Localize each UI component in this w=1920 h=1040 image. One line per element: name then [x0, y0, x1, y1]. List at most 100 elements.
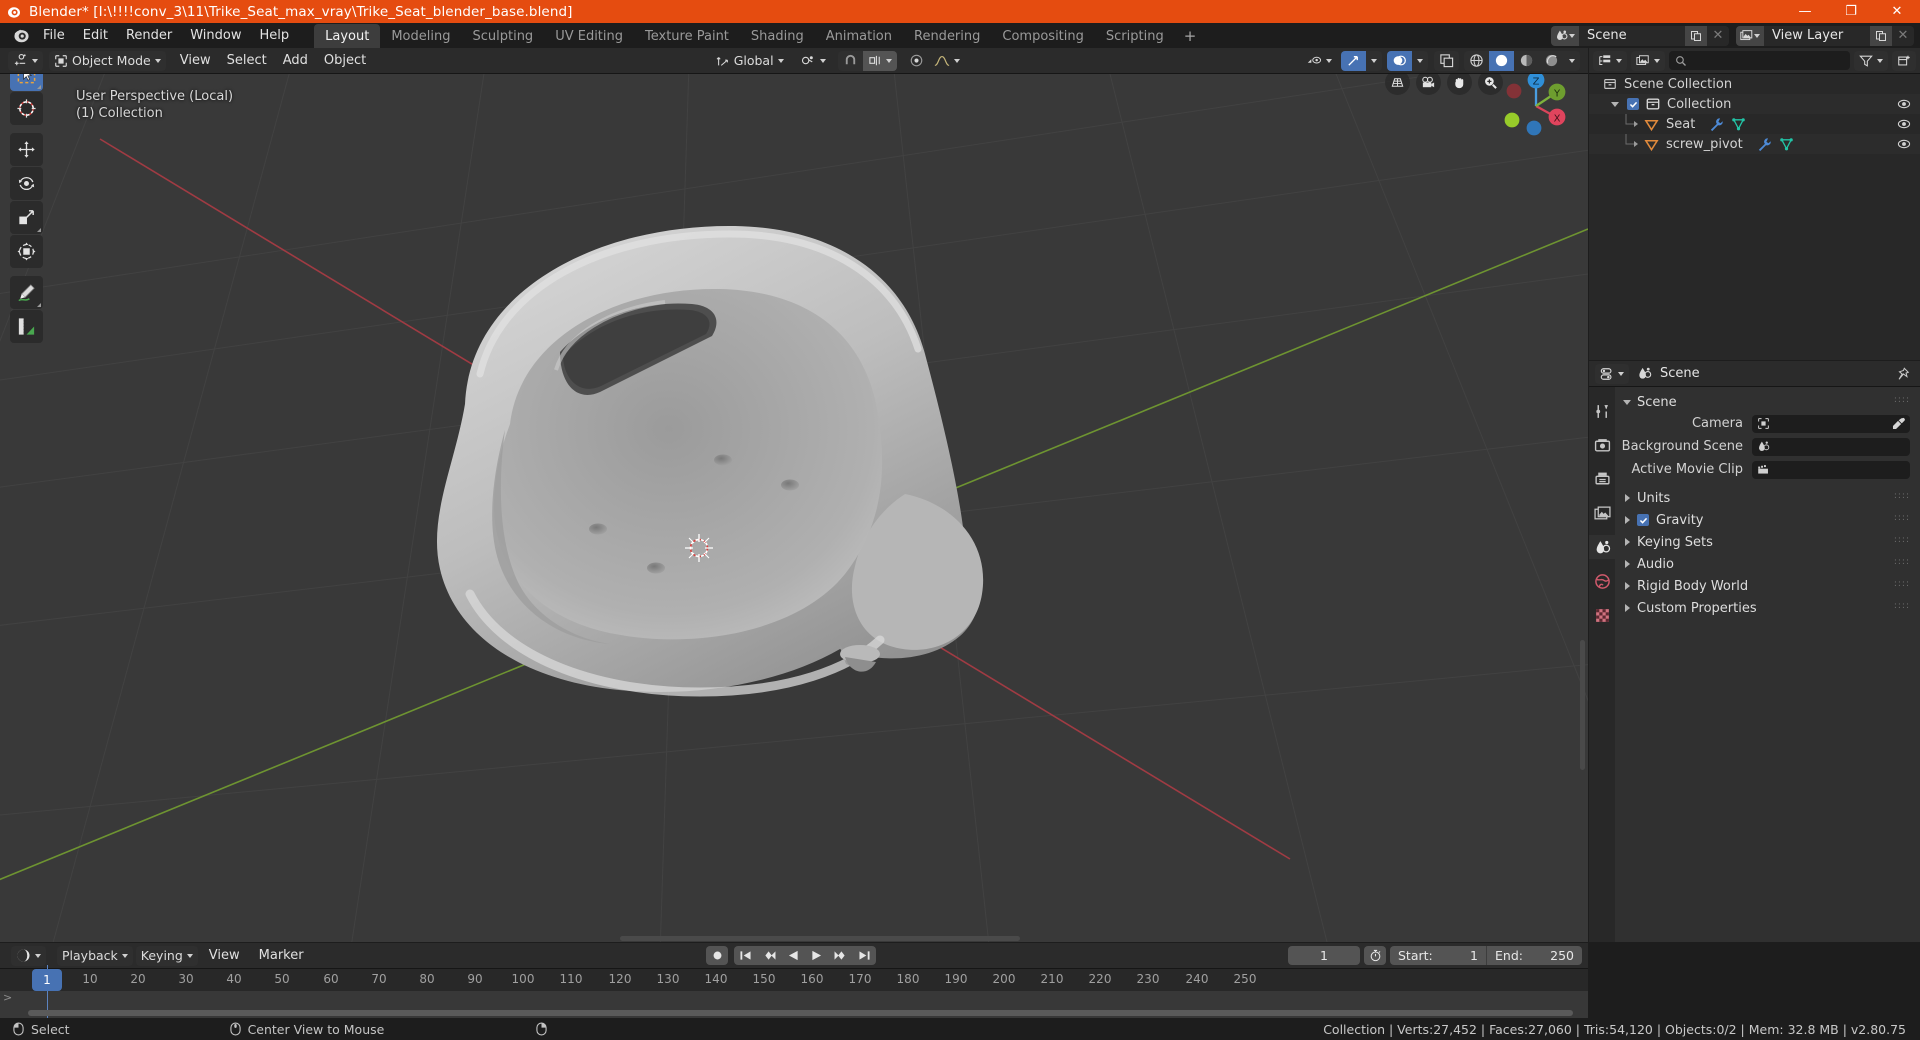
- viewlayer-selector[interactable]: View Layer ✕: [1736, 25, 1914, 46]
- mesh-data-icon[interactable]: [1779, 137, 1794, 152]
- keying-sets-section[interactable]: Keying Sets ::::: [1615, 531, 1920, 553]
- tab-uv-editing[interactable]: UV Editing: [544, 24, 634, 48]
- snap-pivot-button[interactable]: [796, 51, 831, 71]
- camera-field[interactable]: [1752, 414, 1910, 433]
- timeline-hscrollbar[interactable]: [28, 1010, 1573, 1016]
- tab-rendering[interactable]: Rendering: [903, 24, 991, 48]
- outliner-row-screw-pivot[interactable]: screw_pivot: [1589, 134, 1920, 154]
- viewport-canvas[interactable]: [0, 74, 1588, 942]
- playhead-handle[interactable]: 1: [32, 969, 62, 991]
- viewport-menu-add[interactable]: Add: [275, 51, 316, 71]
- mesh-data-icon[interactable]: [1731, 117, 1746, 132]
- show-overlays-icon[interactable]: [1387, 50, 1413, 71]
- playback-menu[interactable]: Playback: [57, 945, 133, 966]
- tab-shading[interactable]: Shading: [740, 24, 815, 48]
- modifier-wrench-icon[interactable]: [1709, 117, 1724, 132]
- annotate-tool[interactable]: [10, 276, 43, 309]
- outliner-row-seat[interactable]: Seat: [1589, 114, 1920, 134]
- texture-tab[interactable]: [1589, 603, 1615, 627]
- use-preview-range-button[interactable]: [1364, 946, 1386, 965]
- shading-mode-group[interactable]: [1464, 50, 1581, 71]
- viewport-vscrollbar[interactable]: [1580, 640, 1585, 770]
- outliner-row-scene-collection[interactable]: Scene Collection: [1589, 74, 1920, 94]
- viewport-menu-view[interactable]: View: [172, 51, 219, 71]
- expand-triangle-icon[interactable]: [1625, 494, 1630, 502]
- outliner-filter-button[interactable]: [1854, 50, 1888, 71]
- object-mode-selector[interactable]: Object Mode: [49, 50, 166, 71]
- wireframe-shading-icon[interactable]: [1464, 51, 1489, 71]
- outliner-editor-type-button[interactable]: [1593, 50, 1627, 71]
- eyedropper-icon[interactable]: [1892, 417, 1905, 430]
- visibility-eye-icon[interactable]: [1897, 137, 1911, 155]
- timeline-expand-arrow-icon[interactable]: >: [3, 991, 12, 1004]
- menu-edit[interactable]: Edit: [75, 26, 116, 45]
- solid-shading-icon[interactable]: [1489, 50, 1515, 71]
- outliner-new-collection-button[interactable]: [1892, 50, 1916, 71]
- timeline-editor[interactable]: Playback Keying View Marker 1 Start: 1 E…: [0, 943, 1588, 1018]
- object-type-visibility-button[interactable]: [1301, 51, 1337, 71]
- measure-tool[interactable]: [10, 310, 43, 343]
- expand-triangle-icon[interactable]: [1611, 101, 1619, 107]
- cursor-tool[interactable]: [10, 92, 43, 125]
- outliner-display-mode-button[interactable]: [1631, 50, 1665, 71]
- overlays-group[interactable]: [1387, 50, 1429, 71]
- scene-selector[interactable]: Scene ✕: [1551, 25, 1729, 46]
- viewport-menu-object[interactable]: Object: [316, 51, 374, 71]
- rendered-shading-icon[interactable]: [1539, 51, 1564, 71]
- expand-triangle-icon[interactable]: [1625, 538, 1630, 546]
- scene-panel-header[interactable]: Scene ::::: [1615, 391, 1920, 413]
- play-button[interactable]: [805, 946, 828, 965]
- current-frame-field[interactable]: 1: [1288, 946, 1360, 965]
- properties-editor[interactable]: Scene Scene:::: Camera Background Scene…: [1589, 361, 1920, 942]
- properties-editor-type-button[interactable]: [1595, 363, 1629, 384]
- gizmo-options-chevron[interactable]: [1366, 51, 1382, 71]
- frame-range-fields[interactable]: Start: 1 End: 250: [1390, 946, 1582, 965]
- tab-compositing[interactable]: Compositing: [991, 24, 1095, 48]
- custom-properties-section[interactable]: Custom Properties ::::: [1615, 597, 1920, 619]
- menu-window[interactable]: Window: [182, 26, 249, 45]
- output-tab[interactable]: [1589, 467, 1615, 491]
- start-frame-field[interactable]: Start: 1: [1390, 946, 1486, 965]
- scene-tab[interactable]: [1589, 535, 1615, 559]
- menu-file[interactable]: File: [35, 26, 73, 45]
- expand-triangle-icon[interactable]: [1625, 560, 1630, 568]
- units-section[interactable]: Units ::::: [1615, 487, 1920, 509]
- menu-help[interactable]: Help: [252, 26, 298, 45]
- move-tool[interactable]: [10, 133, 43, 166]
- expand-triangle-icon[interactable]: [1625, 516, 1630, 524]
- tab-sculpting[interactable]: Sculpting: [461, 24, 544, 48]
- viewport-hscrollbar[interactable]: [620, 936, 1020, 941]
- play-reverse-button[interactable]: [782, 946, 805, 965]
- 3d-viewport[interactable]: Object Mode View Select Add Object Globa…: [0, 48, 1588, 942]
- tab-scripting[interactable]: Scripting: [1095, 24, 1175, 48]
- rigid-body-world-section[interactable]: Rigid Body World ::::: [1615, 575, 1920, 597]
- outliner-editor[interactable]: Scene Collection Collection Seat screw_p…: [1589, 48, 1920, 360]
- next-keyframe-button[interactable]: [828, 946, 853, 965]
- maximize-button[interactable]: ❐: [1828, 0, 1874, 23]
- transform-orientation-selector[interactable]: Global: [711, 51, 789, 71]
- active-movie-clip-field[interactable]: [1752, 460, 1910, 479]
- background-scene-field[interactable]: [1752, 437, 1910, 456]
- menu-render[interactable]: Render: [118, 26, 180, 45]
- visibility-eye-icon[interactable]: [1897, 117, 1911, 135]
- unlink-scene-button[interactable]: ✕: [1707, 25, 1729, 46]
- expand-triangle-icon[interactable]: [1625, 582, 1630, 590]
- tab-texture-paint[interactable]: Texture Paint: [634, 24, 740, 48]
- snap-target-icon[interactable]: [862, 50, 897, 71]
- outliner-search-input[interactable]: [1669, 51, 1850, 70]
- end-frame-field[interactable]: End: 250: [1486, 946, 1582, 965]
- record-keyframes-button[interactable]: [706, 946, 728, 965]
- render-tab[interactable]: [1589, 433, 1615, 457]
- shading-options-chevron[interactable]: [1564, 51, 1580, 71]
- overlays-options-chevron[interactable]: [1412, 51, 1428, 71]
- tab-layout[interactable]: Layout: [314, 24, 381, 48]
- gravity-section[interactable]: Gravity ::::: [1615, 509, 1920, 531]
- gravity-checkbox[interactable]: [1637, 514, 1649, 526]
- expand-triangle-icon[interactable]: [1625, 604, 1630, 612]
- timeline-menu-view[interactable]: View: [201, 946, 248, 966]
- minimize-button[interactable]: —: [1782, 0, 1828, 23]
- view-axis-gizmo[interactable]: Z Y X: [1496, 66, 1576, 146]
- tab-modeling[interactable]: Modeling: [380, 24, 461, 48]
- outliner-row-collection[interactable]: Collection: [1589, 94, 1920, 114]
- viewport-menu-select[interactable]: Select: [219, 51, 275, 71]
